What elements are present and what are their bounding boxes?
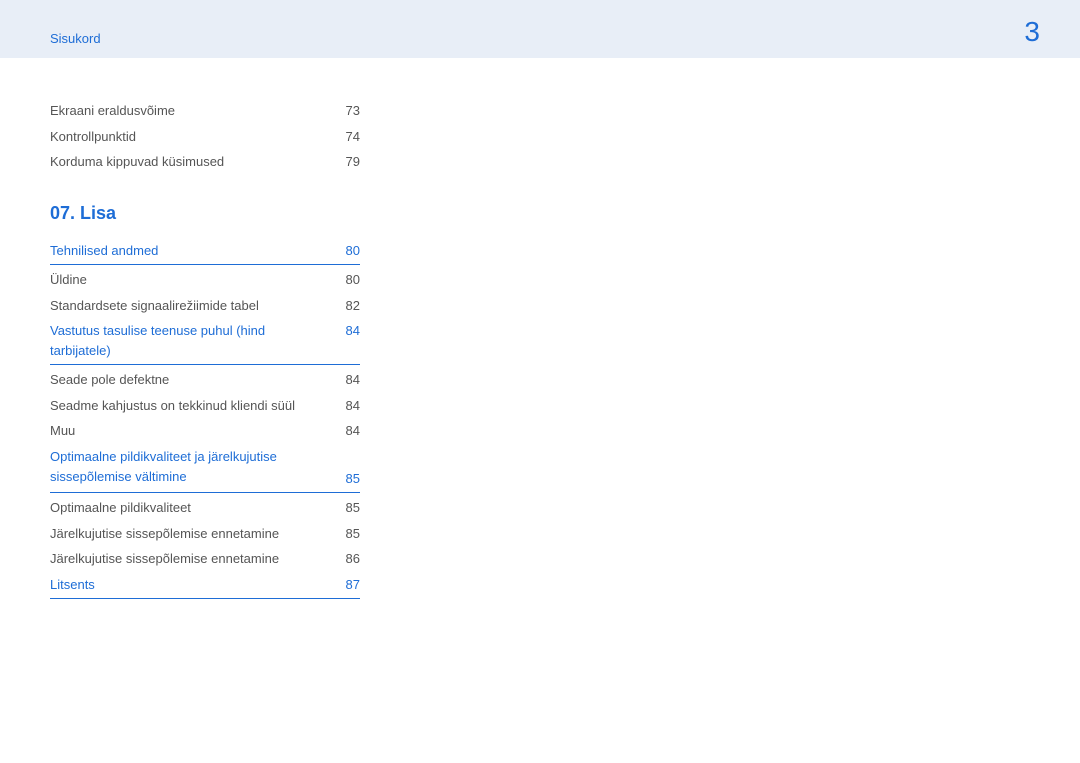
toc-item-page: 73	[330, 101, 360, 121]
toc-item-page: 84	[330, 396, 360, 416]
toc-item[interactable]: Seadme kahjustus on tekkinud kliendi süü…	[50, 393, 360, 419]
toc-section-label: Vastutus tasulise teenuse puhul (hind ta…	[50, 321, 330, 360]
toc-section-page: 84	[330, 321, 360, 341]
toc-section-page: 80	[330, 241, 360, 261]
toc-item-label: Ekraani eraldusvõime	[50, 101, 330, 121]
toc-item-label: Standardsete signaalirežiimide tabel	[50, 296, 330, 316]
section-title: 07. Lisa	[50, 203, 360, 224]
content-area: Ekraani eraldusvõime 73 Kontrollpunktid …	[0, 58, 1080, 641]
header-bar: Sisukord 3	[0, 0, 1080, 58]
toc-item-page: 74	[330, 127, 360, 147]
toc-item[interactable]: Korduma kippuvad küsimused 79	[50, 149, 360, 175]
toc-item[interactable]: Üldine 80	[50, 267, 360, 293]
toc-section-page: 87	[330, 575, 360, 595]
toc-section-page: 85	[330, 469, 360, 489]
toc-item[interactable]: Kontrollpunktid 74	[50, 124, 360, 150]
toc-item-label: Korduma kippuvad küsimused	[50, 152, 330, 172]
breadcrumb[interactable]: Sisukord	[50, 31, 101, 48]
toc-item-page: 82	[330, 296, 360, 316]
toc-item[interactable]: Järelkujutise sissepõlemise ennetamine 8…	[50, 546, 360, 572]
toc-item[interactable]: Optimaalne pildikvaliteet 85	[50, 495, 360, 521]
toc-section-heading[interactable]: Vastutus tasulise teenuse puhul (hind ta…	[50, 318, 360, 365]
toc-item-label: Järelkujutise sissepõlemise ennetamine	[50, 549, 330, 569]
toc-item-page: 85	[330, 524, 360, 544]
toc-section-label: Tehnilised andmed	[50, 241, 330, 261]
toc-item-label: Optimaalne pildikvaliteet	[50, 498, 330, 518]
toc-item-page: 84	[330, 421, 360, 441]
toc-section-label: Litsents	[50, 575, 330, 595]
toc-item-label: Kontrollpunktid	[50, 127, 330, 147]
toc-item[interactable]: Muu 84	[50, 418, 360, 444]
toc-section-heading[interactable]: Litsents 87	[50, 572, 360, 600]
toc-item-page: 79	[330, 152, 360, 172]
toc-item[interactable]: Standardsete signaalirežiimide tabel 82	[50, 293, 360, 319]
toc-item[interactable]: Järelkujutise sissepõlemise ennetamine 8…	[50, 521, 360, 547]
toc-item-label: Muu	[50, 421, 330, 441]
toc-item-label: Üldine	[50, 270, 330, 290]
toc-item-page: 86	[330, 549, 360, 569]
toc-item-label: Järelkujutise sissepõlemise ennetamine	[50, 524, 330, 544]
toc-item-label: Seade pole defektne	[50, 370, 330, 390]
toc-item[interactable]: Ekraani eraldusvõime 73	[50, 98, 360, 124]
toc-column: Ekraani eraldusvõime 73 Kontrollpunktid …	[50, 98, 360, 599]
toc-item-label: Seadme kahjustus on tekkinud kliendi süü…	[50, 396, 330, 416]
page-number: 3	[1024, 16, 1040, 48]
toc-item[interactable]: Seade pole defektne 84	[50, 367, 360, 393]
toc-section-heading[interactable]: Tehnilised andmed 80	[50, 238, 360, 266]
toc-item-page: 80	[330, 270, 360, 290]
toc-item-page: 85	[330, 498, 360, 518]
toc-section-heading[interactable]: Optimaalne pildikvaliteet ja järelkujuti…	[50, 444, 360, 494]
toc-section-label: Optimaalne pildikvaliteet ja järelkujuti…	[50, 447, 330, 489]
toc-item-page: 84	[330, 370, 360, 390]
